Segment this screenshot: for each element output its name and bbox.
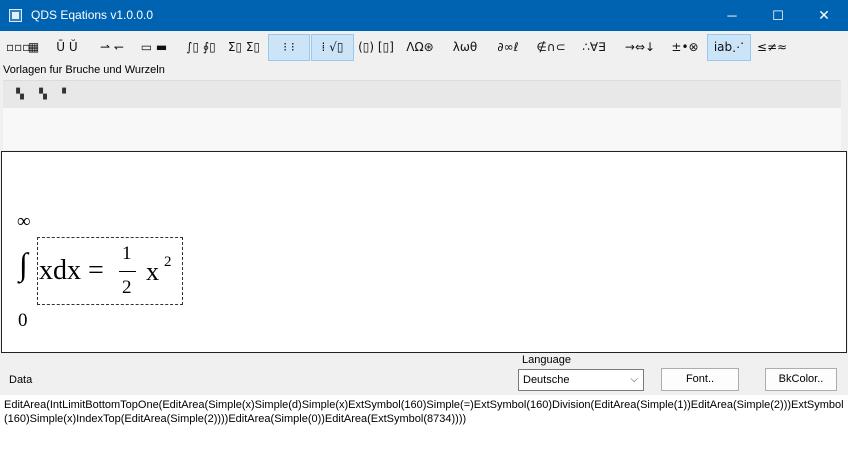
power-base: x <box>146 257 159 286</box>
fraction-bar <box>119 271 136 272</box>
fraction-template-button[interactable]: ▚ <box>12 87 28 103</box>
over-under-button[interactable]: Ū Ŭ <box>50 34 84 61</box>
logic-symbols-button[interactable]: ∴∀∃ <box>574 34 614 61</box>
operators-button[interactable]: ±•⊗ <box>666 34 704 61</box>
integral-sign: ∫ <box>19 246 28 282</box>
templates-label: Vorlagen fur Bruche und Wurzeln <box>3 64 165 76</box>
language-label: Language <box>522 354 571 366</box>
language-value: Deutsche <box>523 374 570 386</box>
window-title: QDS Eqations v1.0.0.0 <box>31 8 154 22</box>
brackets-button[interactable]: (▯) [▯] <box>357 34 395 61</box>
matrix-grid-button[interactable]: ▦ <box>25 34 42 61</box>
upper-limit: ∞ <box>17 211 31 232</box>
small-fraction-template-button[interactable]: ▚ <box>35 87 51 103</box>
chevron-down-icon: ⌵ <box>630 374 638 385</box>
minimize-button[interactable]: ─ <box>709 0 755 31</box>
power-exponent: 2 <box>164 254 172 270</box>
data-label: Data <box>9 374 33 386</box>
app-icon <box>9 9 22 22</box>
close-button[interactable]: ✕ <box>801 0 847 31</box>
greek-upper-button[interactable]: ΛΩ⊛ <box>398 34 442 61</box>
greek-lower-button[interactable]: λωθ <box>445 34 485 61</box>
arrows-button[interactable]: →⇔↓ <box>617 34 663 61</box>
maximize-button[interactable]: ☐ <box>755 0 801 31</box>
lower-limit: 0 <box>18 310 28 331</box>
slash-fraction-template-button[interactable]: ▘ <box>58 87 74 103</box>
set-symbols-button[interactable]: ∉∩⊂ <box>531 34 571 61</box>
symbol-toolbar: ▫▫▫ ▦ Ū Ŭ ⇀ ↽ ▭ ▬ ∫▯ ∮▯ Σ▯ Σ▯ ⁝ ⁝ ⁞ √▯ (… <box>0 31 848 62</box>
equation-editor[interactable]: ∞ ∫ 0 xdx = 1 2 x 2 <box>1 151 847 353</box>
misc-symbols-button[interactable]: ∂∞ℓ <box>488 34 528 61</box>
fraction-button[interactable]: ⁝ ⁝ <box>268 34 310 61</box>
templates-panel <box>3 108 841 150</box>
fraction-denominator: 2 <box>122 277 132 298</box>
integral-button[interactable]: ∫▯ ∮▯ <box>182 34 220 61</box>
language-select[interactable]: Deutsche ⌵ <box>518 369 644 391</box>
data-text-area[interactable]: EditArea(IntLimitBottomTopOne(EditArea(S… <box>0 395 848 476</box>
spacing-button[interactable]: ⅰab⋰ <box>707 34 751 61</box>
font-button[interactable]: Font.. <box>661 368 739 391</box>
arrow-label-button[interactable]: ⇀ ↽ <box>92 34 132 61</box>
relations-button[interactable]: ≤≠≈ <box>753 34 791 61</box>
sum-button[interactable]: Σ▯ Σ▯ <box>224 34 264 61</box>
box-frame-button[interactable]: ▭ ▬ <box>137 34 171 61</box>
matrix-row-button[interactable]: ▫▫▫ <box>6 34 30 61</box>
root-button[interactable]: ⁞ √▯ <box>311 34 354 61</box>
title-bar: QDS Eqations v1.0.0.0 ─ ☐ ✕ <box>0 0 848 31</box>
bkcolor-button[interactable]: BkColor.. <box>765 368 837 391</box>
fraction-numerator: 1 <box>122 243 132 264</box>
equation-lhs: xdx = <box>39 255 104 286</box>
templates-row: ▚ ▚ ▘ <box>3 80 841 108</box>
